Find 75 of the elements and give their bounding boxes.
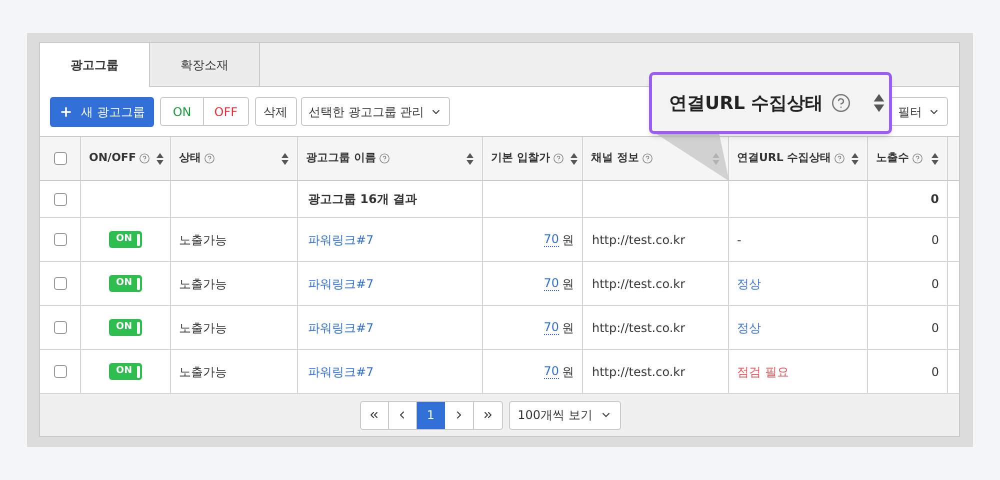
bid-link[interactable]: 70 [544, 276, 559, 291]
on-off-toggle[interactable]: ON [109, 363, 142, 380]
double-chevron-right-icon [482, 409, 494, 421]
delete-button[interactable]: 삭제 [254, 97, 296, 126]
help-icon[interactable] [378, 153, 390, 164]
help-icon[interactable] [912, 153, 923, 164]
table-cell-text: 0 [930, 191, 939, 208]
plus-icon [59, 104, 73, 118]
on-off-toggle[interactable]: ON [109, 231, 142, 248]
table-cell-text: 노출가능 [179, 320, 227, 336]
on-off-toggle[interactable]: ON [109, 275, 142, 292]
help-icon[interactable] [834, 153, 846, 164]
currency-unit: 원 [562, 276, 574, 292]
table-cell-text: http://test.co.kr [592, 364, 686, 380]
page-size-dropdown[interactable]: 100개씩 보기 [508, 400, 622, 430]
column-header[interactable]: 광고그룹 이름 [306, 150, 376, 167]
callout-label: 연결URL 수집상태 [669, 92, 824, 116]
checkbox[interactable] [54, 365, 66, 378]
sort-icon[interactable] [156, 152, 164, 164]
column-header[interactable]: 채널 정보 [591, 150, 639, 167]
sort-icon[interactable] [873, 93, 886, 113]
table-cell-text: http://test.co.kr [592, 232, 686, 248]
tab[interactable]: 광고그룹 [40, 43, 150, 87]
checkbox[interactable] [54, 321, 66, 334]
table-cell-text: 노출가능 [179, 276, 227, 292]
sort-icon[interactable] [931, 152, 939, 164]
sort-icon[interactable] [281, 152, 289, 164]
help-icon[interactable] [642, 153, 653, 164]
column-header[interactable]: 상태 [179, 150, 201, 167]
column-header[interactable]: ON/OFF [89, 150, 136, 167]
checkbox[interactable] [54, 233, 66, 246]
url-status: - [737, 232, 742, 248]
bid-link[interactable]: 70 [544, 364, 559, 379]
on-off-toggle[interactable]: ON [109, 319, 142, 336]
new-ad-group-button[interactable]: 새 광고그룹 [50, 96, 154, 126]
sort-icon[interactable] [851, 152, 860, 164]
table-cell-text: http://test.co.kr [592, 320, 686, 336]
column-header[interactable]: 노출수 [876, 150, 909, 167]
ad-group-link[interactable]: 파워링크#7 [308, 362, 374, 380]
on-button[interactable]: ON [160, 98, 204, 125]
url-status: 정상 [737, 320, 761, 336]
checkbox[interactable] [54, 192, 66, 206]
tab[interactable]: 확장소재 [150, 43, 260, 87]
table-cell-text: 0 [931, 232, 939, 248]
bid-link[interactable]: 70 [544, 320, 559, 335]
table-cell-text: 0 [931, 364, 939, 380]
ad-group-link[interactable]: 파워링크#7 [308, 230, 374, 248]
summary-label: 광고그룹 16개 결과 [308, 191, 418, 208]
bid-link[interactable]: 70 [544, 232, 559, 247]
column-header[interactable]: 기본 입찰가 [491, 150, 550, 167]
help-icon[interactable] [552, 153, 564, 164]
double-chevron-left-icon [368, 409, 380, 421]
ad-group-link[interactable]: 파워링크#7 [308, 318, 374, 336]
currency-unit: 원 [562, 364, 574, 380]
table-cell-text: 0 [931, 276, 939, 292]
help-icon[interactable] [831, 93, 852, 113]
manage-dropdown[interactable]: 선택한 광고그룹 관리 [300, 97, 450, 126]
help-icon[interactable] [204, 153, 215, 164]
sort-icon[interactable] [466, 152, 474, 164]
table-cell-text: http://test.co.kr [592, 276, 686, 292]
currency-unit: 원 [562, 232, 574, 248]
ad-group-link[interactable]: 파워링크#7 [308, 274, 374, 292]
checkbox[interactable] [54, 152, 66, 165]
sort-icon[interactable] [570, 152, 578, 164]
table-cell-text: 노출가능 [179, 232, 227, 248]
currency-unit: 원 [562, 320, 574, 336]
url-status: 정상 [737, 276, 761, 292]
help-icon[interactable] [138, 153, 150, 164]
checkbox[interactable] [54, 277, 66, 290]
table-cell-text: 0 [931, 320, 939, 336]
page-button[interactable]: 1 [416, 402, 445, 428]
column-header[interactable]: 연결URL 수집상태 [737, 150, 832, 167]
table-cell-text: 노출가능 [179, 364, 227, 380]
off-button[interactable]: OFF [204, 98, 248, 125]
url-status: 점검 필요 [737, 364, 789, 380]
